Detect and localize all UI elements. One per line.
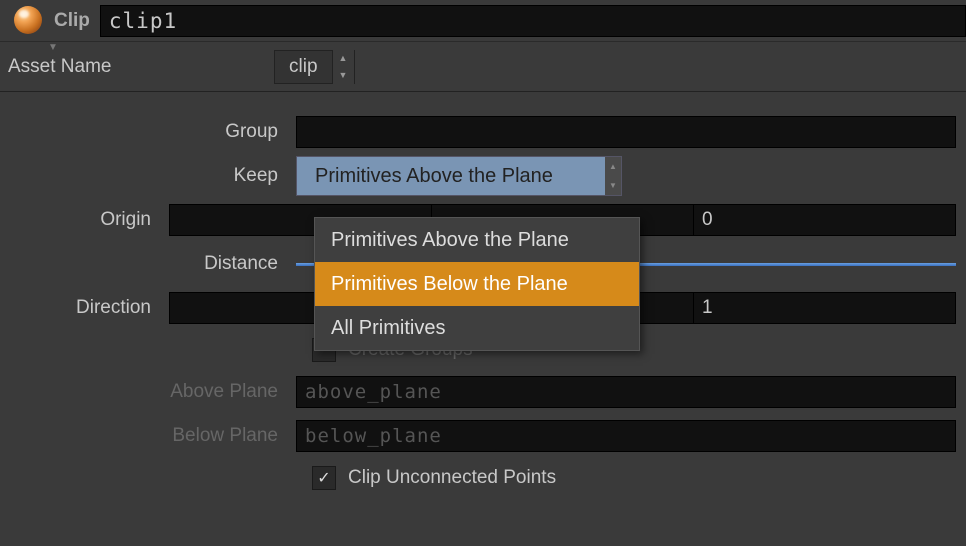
direction-label: Direction [0,297,169,319]
clip-unconnected-label: Clip Unconnected Points [348,467,556,489]
clip-unconnected-checkbox[interactable]: ✓ [312,466,336,490]
node-header: Clip [0,0,966,42]
group-input[interactable] [296,116,956,148]
origin-z-input[interactable] [694,204,956,236]
keep-option-all[interactable]: All Primitives [315,306,639,350]
keep-select[interactable]: Primitives Above the Plane ▲▼ [296,156,622,196]
below-plane-label: Below Plane [0,425,296,447]
asset-row: Asset Name clip ▲▼ [0,42,966,92]
node-type-label: Clip [54,10,90,32]
select-handle-icon[interactable]: ▲▼ [605,157,621,195]
stepper-icon[interactable]: ▲▼ [332,50,354,84]
origin-label: Origin [0,209,169,231]
keep-value: Primitives Above the Plane [297,165,553,188]
above-plane-input[interactable] [296,376,956,408]
below-plane-input[interactable] [296,420,956,452]
node-icon [12,6,48,36]
distance-label: Distance [0,253,296,275]
chevron-down-icon[interactable]: ▼ [48,42,58,53]
keep-option-above[interactable]: Primitives Above the Plane [315,218,639,262]
asset-name-select[interactable]: clip ▲▼ [274,50,355,84]
group-label: Group [0,121,296,143]
keep-label: Keep [0,165,296,187]
asset-name-value: clip [275,56,332,78]
keep-option-below[interactable]: Primitives Below the Plane [315,262,639,306]
above-plane-label: Above Plane [0,381,296,403]
direction-z-input[interactable] [694,292,956,324]
keep-dropdown-menu: Primitives Above the Plane Primitives Be… [314,217,640,351]
node-name-input[interactable] [100,5,966,37]
asset-name-label: Asset Name [8,56,274,78]
